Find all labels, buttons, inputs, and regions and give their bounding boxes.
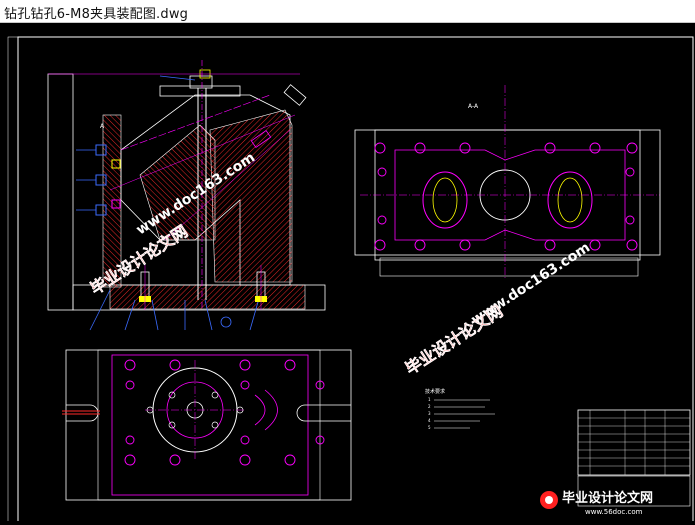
- watermark-cn-2: 毕业设计论文网: [402, 301, 506, 378]
- top-view: [62, 349, 352, 501]
- cad-canvas[interactable]: A A-A 技术要求 1 2 3 4 5 www.doc163.com 毕业设计…: [0, 23, 695, 524]
- note-4: 4: [428, 418, 431, 423]
- technical-notes: 技术要求 1 2 3 4 5: [425, 388, 495, 430]
- site-logo: 毕业设计论文网 www.56doc.com: [540, 490, 653, 516]
- note-3: 3: [428, 411, 431, 416]
- notes-title: 技术要求: [425, 388, 445, 395]
- drawing-svg: A A-A 技术要求 1 2 3 4 5 www.doc163.com 毕业设计…: [7, 36, 694, 524]
- title-bar: 钻孔钻孔6-M8夹具装配图.dwg: [0, 0, 695, 23]
- logo-text: 毕业设计论文网: [562, 490, 653, 506]
- note-2: 2: [428, 404, 431, 409]
- aa-view: A-A: [354, 85, 661, 280]
- note-5: 5: [428, 425, 431, 430]
- window-title: 钻孔钻孔6-M8夹具装配图.dwg: [4, 7, 189, 22]
- logo-url: www.56doc.com: [585, 508, 643, 516]
- view-label-aa: A-A: [468, 103, 479, 110]
- note-1: 1: [428, 397, 431, 402]
